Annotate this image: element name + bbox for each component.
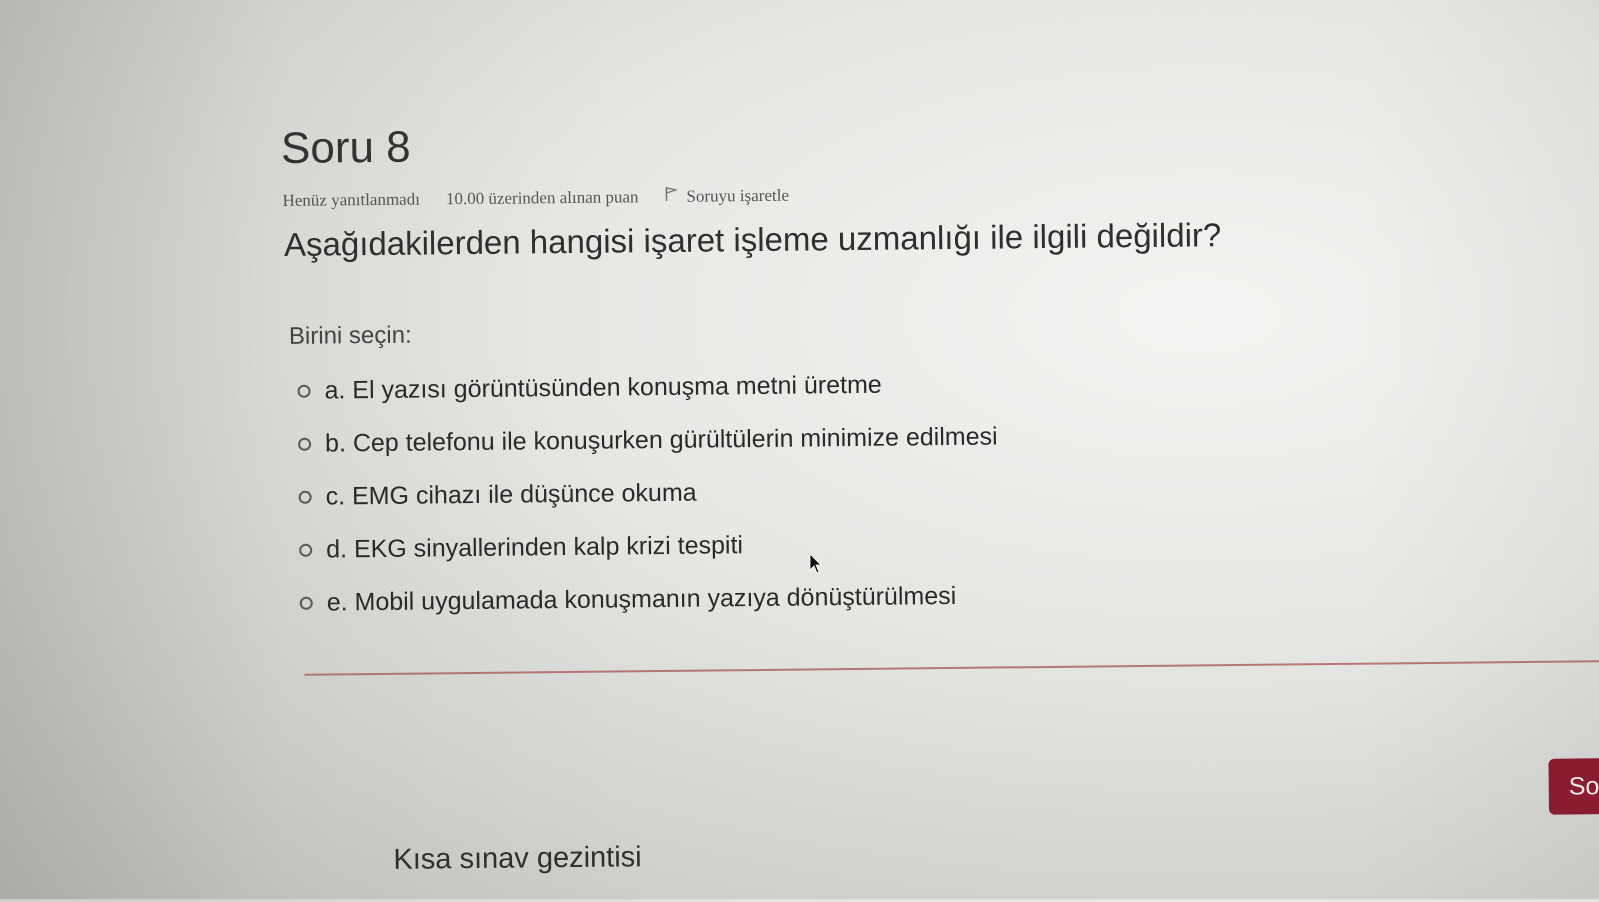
question-title: Soru 8 bbox=[280, 122, 411, 173]
flag-question-label: Soruyu işaretle bbox=[686, 185, 790, 206]
answer-label: e. Mobil uygulamada konuşmanın yazıya dö… bbox=[326, 581, 957, 617]
answer-label: b. Cep telefonu ile konuşurken gürültüle… bbox=[324, 422, 998, 458]
answer-option-d[interactable]: d. EKG sinyallerinden kalp krizi tespiti bbox=[299, 516, 999, 576]
answer-option-c[interactable]: c. EMG cihazı ile düşünce okuma bbox=[298, 463, 998, 523]
radio-unchecked-icon[interactable] bbox=[297, 384, 311, 398]
radio-unchecked-icon[interactable] bbox=[298, 490, 312, 504]
section-divider bbox=[304, 659, 1599, 676]
answer-list: a. El yazısı görüntüsünden konuşma metni… bbox=[297, 358, 999, 630]
flag-question-link[interactable]: Soruyu işaretle bbox=[664, 185, 789, 207]
answer-label: d. EKG sinyallerinden kalp krizi tespiti bbox=[326, 531, 744, 564]
next-page-button[interactable]: Sor bbox=[1548, 757, 1599, 815]
radio-unchecked-icon[interactable] bbox=[299, 543, 313, 557]
quiz-navigation-title: Kısa sınav gezintisi bbox=[393, 841, 642, 876]
answer-option-e[interactable]: e. Mobil uygulamada konuşmanın yazıya dö… bbox=[299, 569, 999, 629]
mouse-pointer-icon bbox=[809, 553, 823, 575]
flag-icon bbox=[664, 186, 678, 207]
question-text: Aşağıdakilerden hangisi işaret işleme uz… bbox=[283, 216, 1222, 263]
question-info: Henüz yanıtlanmadı 10.00 üzerinden alına… bbox=[282, 185, 789, 211]
answer-option-a[interactable]: a. El yazısı görüntüsünden konuşma metni… bbox=[297, 358, 997, 418]
answer-label: c. EMG cihazı ile düşünce okuma bbox=[325, 478, 697, 511]
answer-prompt: Birini seçin: bbox=[288, 321, 412, 350]
answer-option-b[interactable]: b. Cep telefonu ile konuşurken gürültüle… bbox=[298, 411, 998, 471]
radio-unchecked-icon[interactable] bbox=[299, 596, 313, 610]
question-status: Henüz yanıtlanmadı bbox=[282, 189, 420, 210]
question-mark: 10.00 üzerinden alınan puan bbox=[445, 187, 639, 209]
answer-label: a. El yazısı görüntüsünden konuşma metni… bbox=[324, 370, 882, 405]
radio-unchecked-icon[interactable] bbox=[298, 437, 312, 451]
quiz-page: Soru 8 Henüz yanıtlanmadı 10.00 üzerinde… bbox=[0, 0, 1599, 902]
